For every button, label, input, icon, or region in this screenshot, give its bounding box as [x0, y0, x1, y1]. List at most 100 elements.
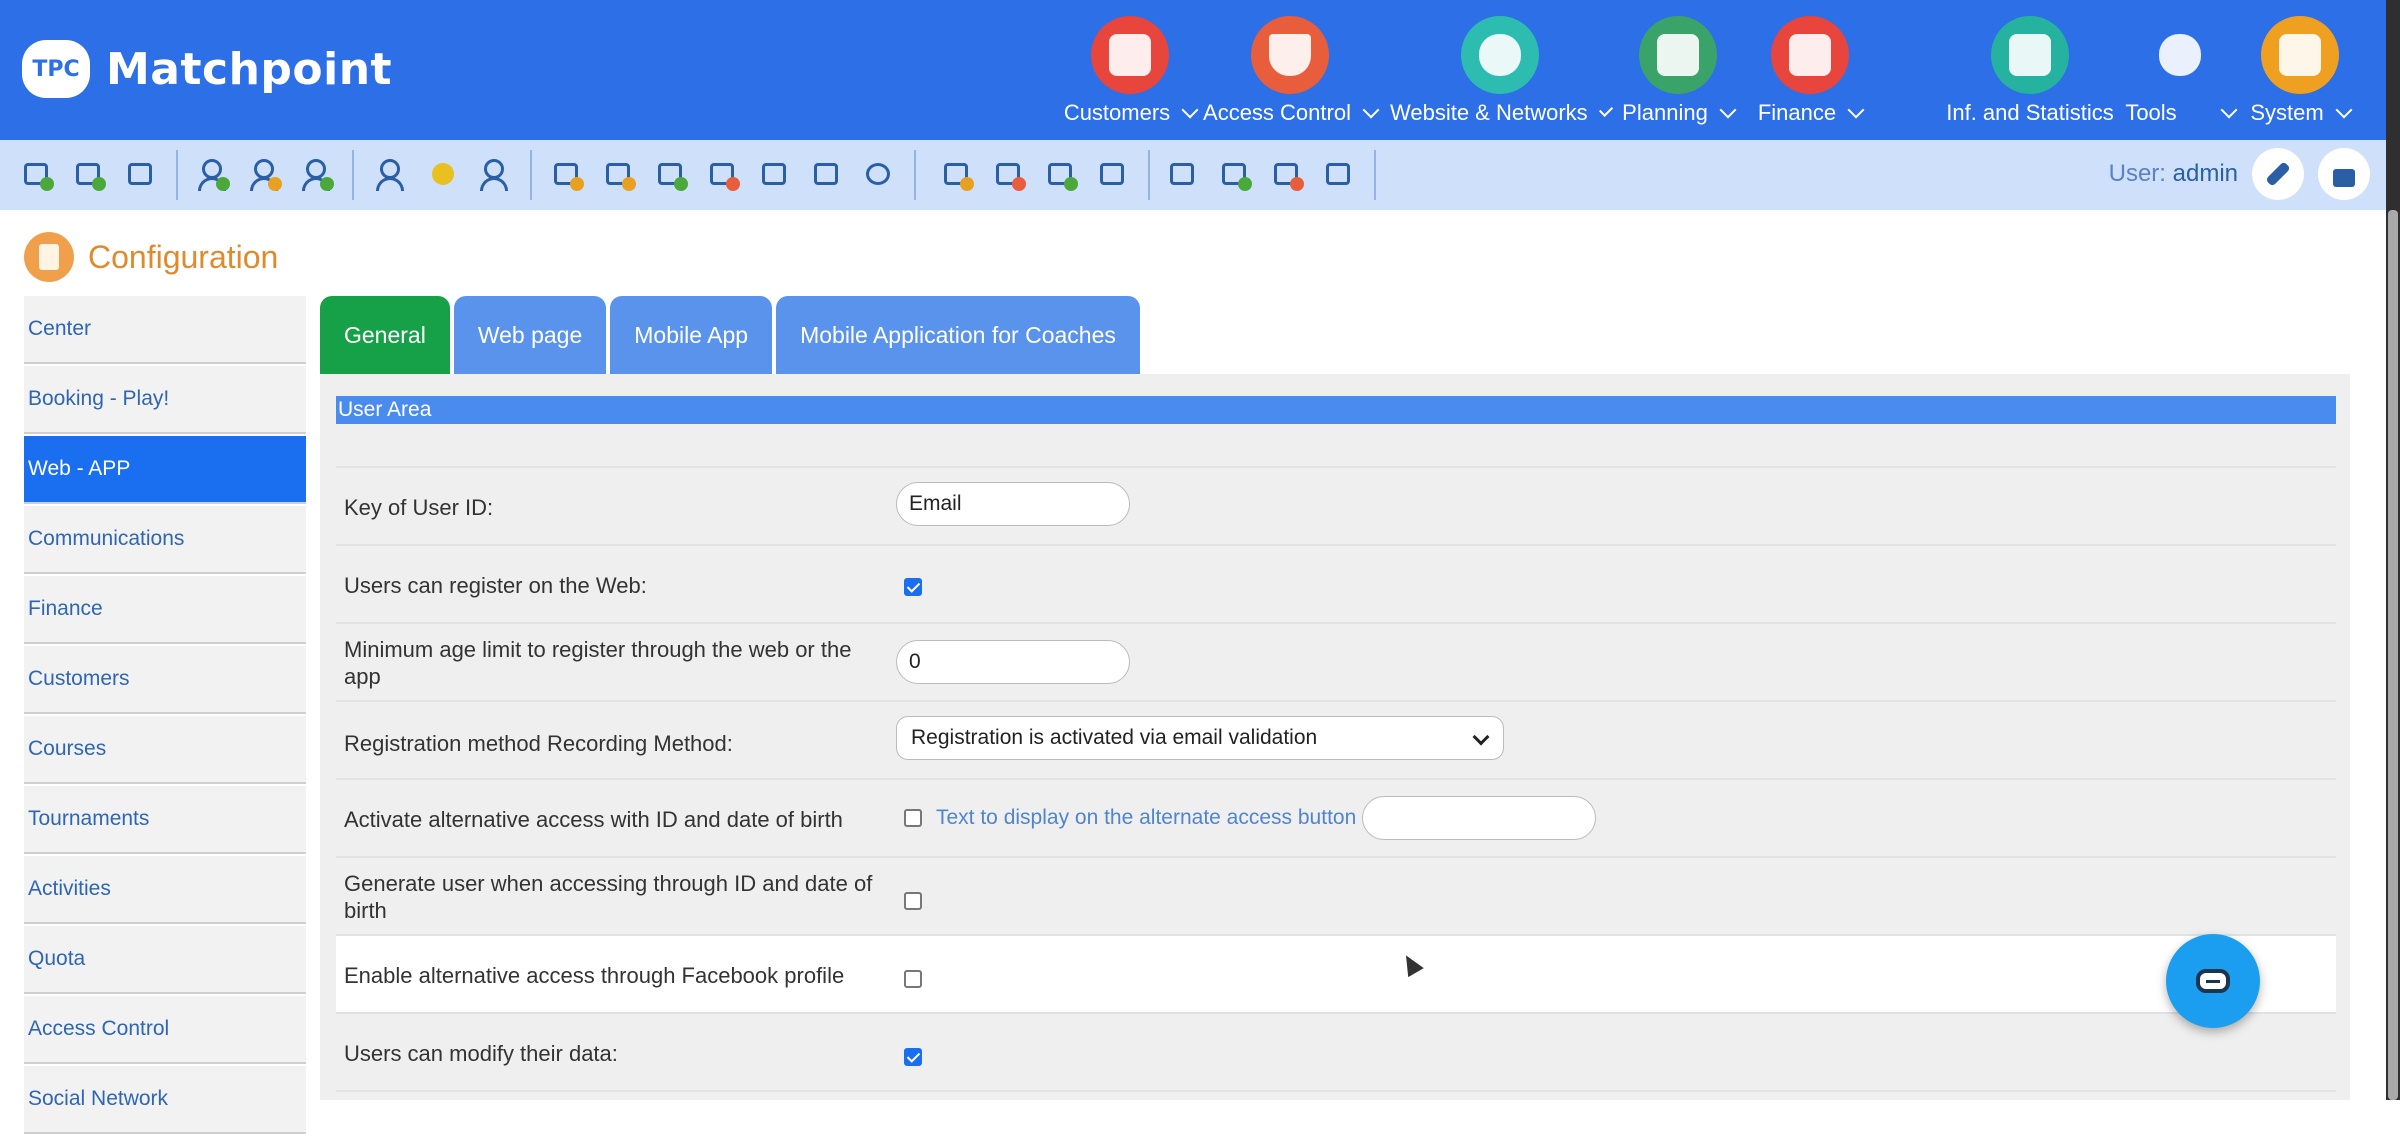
chevron-down-icon: [1362, 101, 1380, 119]
row-min-age: Minimum age limit to register through th…: [336, 624, 2336, 702]
key-user-id-label: Key of User ID:: [344, 495, 494, 520]
module-nav: Customers Access Control Website & Netwo…: [1040, 16, 2386, 136]
sidebar-item-quota[interactable]: Quota: [24, 926, 306, 994]
generate-user-label: Generate user when accessing through ID …: [344, 871, 873, 923]
module-label: Planning: [1622, 100, 1708, 125]
toolbar-group-bookings: [20, 150, 178, 200]
tab-mobile-app-coaches[interactable]: Mobile Application for Coaches: [776, 296, 1140, 374]
module-label: Access Control: [1203, 100, 1351, 125]
chart-icon[interactable]: [1166, 157, 1202, 193]
row-key-user-id: Key of User ID: Email: [336, 468, 2336, 546]
module-website-networks[interactable]: Website & Networks: [1390, 16, 1614, 126]
verified-customer-icon[interactable]: [300, 157, 336, 193]
sidebar-item-communications[interactable]: Communications: [24, 506, 306, 574]
chevron-down-icon: [1719, 101, 1737, 119]
chat-button[interactable]: [2166, 934, 2260, 1028]
sidebar-item-center[interactable]: Center: [24, 296, 306, 364]
scrollbar-thumb[interactable]: [2388, 210, 2398, 1100]
key-icon: [2265, 161, 2291, 187]
generate-user-checkbox[interactable]: [904, 891, 922, 910]
gears-icon: [2141, 16, 2219, 94]
calculator-icon: [1771, 16, 1849, 94]
module-label: System: [2250, 100, 2324, 125]
booking-clock-icon[interactable]: [20, 157, 56, 193]
favorite-customer-icon[interactable]: [248, 157, 284, 193]
member-icon[interactable]: [374, 157, 410, 193]
sidebar-item-customers[interactable]: Customers: [24, 646, 306, 714]
sidebar-item-booking-play[interactable]: Booking - Play!: [24, 366, 306, 434]
chat-bubble-icon: [2196, 969, 2230, 993]
page-title: Configuration: [88, 238, 279, 275]
register-web-checkbox[interactable]: [904, 577, 922, 596]
sidebar-item-social-network[interactable]: Social Network: [24, 1066, 306, 1134]
add-customer-icon[interactable]: [196, 157, 232, 193]
sidebar-item-activities[interactable]: Activities: [24, 856, 306, 924]
register-web-label: Users can register on the Web:: [344, 573, 647, 598]
module-access-control[interactable]: Access Control: [1200, 16, 1380, 126]
alt-access-checkbox[interactable]: [904, 809, 922, 827]
page-scrollbar[interactable]: [2386, 0, 2400, 1100]
chevron-down-icon: [1472, 728, 1490, 746]
registration-method-select[interactable]: Registration is activated via email vali…: [896, 716, 1504, 760]
toolbar-group-stats: [1166, 150, 1376, 200]
configuration-icon: [24, 232, 74, 282]
logout-lock-button[interactable]: [2318, 148, 2370, 200]
facebook-checkbox[interactable]: [904, 969, 922, 988]
row-register-web: Users can register on the Web:: [336, 546, 2336, 624]
access-shield-icon: [1251, 16, 1329, 94]
spacer-row: [336, 426, 2336, 468]
sidebar-item-web-app[interactable]: Web - APP: [24, 436, 306, 504]
alt-button-text-input[interactable]: [1362, 796, 1597, 840]
toolbar-group-finance: [550, 150, 916, 200]
monitor-icon[interactable]: [758, 157, 794, 193]
sidebar-item-access-control[interactable]: Access Control: [24, 996, 306, 1064]
module-planning[interactable]: Planning: [1608, 16, 1748, 126]
module-customers[interactable]: Customers: [1040, 16, 1220, 126]
row-registration-method: Registration method Recording Method: Re…: [336, 702, 2336, 780]
building-icon[interactable]: [1322, 157, 1358, 193]
statistics-icon: [1991, 16, 2069, 94]
document-icon[interactable]: [810, 157, 846, 193]
sidebar-item-courses[interactable]: Courses: [24, 716, 306, 784]
report-alert-icon[interactable]: [992, 157, 1028, 193]
module-label: Inf. and Statistics: [1946, 100, 2114, 125]
user-area: User: admin: [2109, 148, 2370, 200]
config-tabs: General Web page Mobile App Mobile Appli…: [320, 296, 1140, 374]
toolbar-group-members: [374, 150, 532, 200]
star-icon[interactable]: [426, 157, 462, 193]
password-key-button[interactable]: [2252, 148, 2304, 200]
ticket-icon[interactable]: [550, 157, 586, 193]
row-modify-data: Users can modify their data:: [336, 1014, 2336, 1092]
member-search-icon[interactable]: [478, 157, 514, 193]
quick-toolbar: [0, 140, 2386, 210]
module-label: Finance: [1757, 100, 1837, 125]
sidebar-item-finance[interactable]: Finance: [24, 576, 306, 644]
coins-icon[interactable]: [862, 157, 898, 193]
tab-general[interactable]: General: [320, 296, 450, 374]
tab-mobile-app[interactable]: Mobile App: [610, 296, 773, 374]
logo-badge: TPC: [22, 40, 90, 98]
report-clock-icon[interactable]: [940, 157, 976, 193]
top-header: TPC Matchpoint Customers Access Control …: [0, 0, 2386, 140]
module-system[interactable]: System: [2220, 16, 2380, 126]
report-user-icon[interactable]: [1096, 157, 1132, 193]
lock-icon: [2333, 169, 2355, 187]
money-icon[interactable]: [654, 157, 690, 193]
refund-icon[interactable]: [706, 157, 742, 193]
decline-chart-icon[interactable]: [1270, 157, 1306, 193]
app-logo[interactable]: TPC Matchpoint: [22, 40, 392, 98]
calendar-icon[interactable]: [124, 157, 160, 193]
section-title: User Area: [336, 396, 2336, 424]
voucher-icon[interactable]: [602, 157, 638, 193]
module-finance[interactable]: Finance: [1740, 16, 1880, 126]
key-user-id-input[interactable]: Email: [896, 482, 1130, 526]
booking-add-icon[interactable]: [72, 157, 108, 193]
growth-chart-icon[interactable]: [1218, 157, 1254, 193]
sidebar-item-tournaments[interactable]: Tournaments: [24, 786, 306, 854]
report-check-icon[interactable]: [1044, 157, 1080, 193]
modify-data-checkbox[interactable]: [904, 1047, 922, 1066]
modify-data-label: Users can modify their data:: [344, 1041, 618, 1066]
tab-web-page[interactable]: Web page: [453, 296, 607, 374]
min-age-input[interactable]: 0: [896, 640, 1130, 684]
module-label: Tools: [2125, 100, 2177, 125]
